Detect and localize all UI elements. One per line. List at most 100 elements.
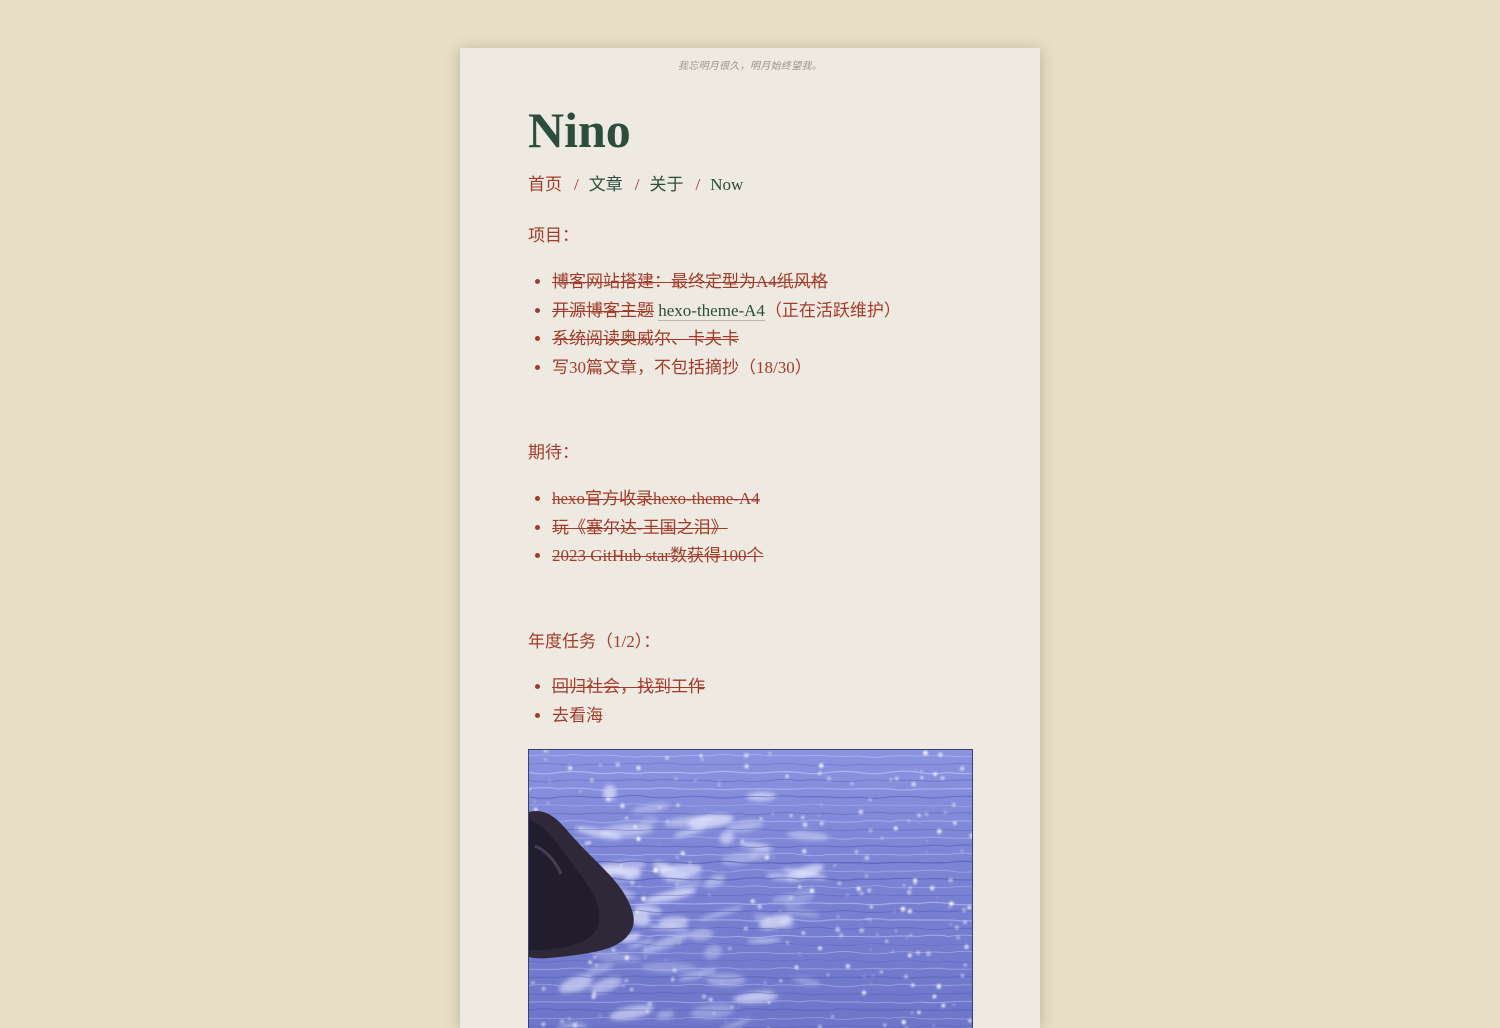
light-sparkle xyxy=(953,1004,955,1006)
light-sparkle xyxy=(660,924,661,925)
light-sparkle xyxy=(665,756,669,760)
light-sparkle xyxy=(625,956,629,960)
light-sparkle xyxy=(568,1018,570,1020)
sea-waves-illustration xyxy=(529,750,973,1028)
light-sparkle xyxy=(837,915,840,918)
light-sparkle xyxy=(930,886,935,891)
light-sparkle xyxy=(699,754,702,757)
light-sparkle xyxy=(820,821,824,825)
nav-item-now[interactable]: Now xyxy=(710,175,743,194)
nav-item-articles[interactable]: 文章 xyxy=(589,175,623,194)
light-sparkle xyxy=(863,975,865,977)
light-sparkle xyxy=(818,772,821,775)
light-sparkle xyxy=(926,840,928,842)
light-sparkle xyxy=(653,868,658,873)
sea-photo xyxy=(528,749,973,1028)
light-sparkle xyxy=(870,949,871,950)
light-sparkle xyxy=(689,862,691,864)
light-sparkle xyxy=(702,994,706,998)
light-sparkle xyxy=(895,777,898,780)
light-sparkle xyxy=(908,909,912,913)
list-item: 博客网站搭建：最终定型为A4纸风格 xyxy=(552,268,901,297)
light-sparkle xyxy=(641,896,646,901)
light-sparkle xyxy=(662,870,664,872)
light-sparkle xyxy=(846,964,850,968)
light-sparkle xyxy=(795,966,799,970)
list-item: 写30篇文章，不包括摘抄（18/30） xyxy=(552,354,901,383)
light-sparkle xyxy=(732,844,734,846)
light-sparkle xyxy=(592,992,596,996)
light-sparkle xyxy=(625,817,627,819)
light-sparkle xyxy=(964,945,968,949)
light-sparkle xyxy=(599,1015,601,1017)
light-sparkle xyxy=(961,974,964,977)
hexo-theme-link[interactable]: hexo-theme-A4 xyxy=(658,301,765,321)
light-sparkle xyxy=(818,815,820,817)
nav-item-home[interactable]: 首页 xyxy=(528,175,562,194)
light-sparkle xyxy=(944,811,947,814)
light-sparkle xyxy=(647,1002,652,1007)
light-sparkle xyxy=(678,942,680,944)
light-sparkle xyxy=(962,908,966,912)
light-sparkle xyxy=(803,822,808,827)
nav-item-about[interactable]: 关于 xyxy=(649,175,683,194)
light-sparkle xyxy=(634,892,635,893)
light-sparkle xyxy=(968,906,972,910)
light-sparkle xyxy=(907,890,912,895)
light-sparkle xyxy=(911,1012,913,1014)
site-title[interactable]: Nino xyxy=(528,100,631,160)
light-sparkle xyxy=(790,814,793,817)
light-sparkle xyxy=(721,983,722,984)
light-sparkle xyxy=(738,1007,739,1008)
light-sparkle xyxy=(534,808,538,812)
light-sparkle xyxy=(972,823,973,824)
light-sparkle xyxy=(835,927,840,932)
light-sparkle xyxy=(937,984,941,988)
light-sparkle xyxy=(680,851,685,856)
annual-task-list: 回归社会，找到工作 去看海 xyxy=(528,673,705,730)
list-item: 玩《塞尔达-王国之泪》 xyxy=(552,514,764,543)
light-sparkle xyxy=(534,801,536,803)
light-sparkle xyxy=(890,779,892,781)
light-sparkle xyxy=(926,951,931,956)
light-sparkle xyxy=(938,753,942,757)
light-sparkle xyxy=(915,770,916,771)
light-sparkle xyxy=(579,790,582,793)
light-sparkle xyxy=(645,949,647,951)
light-sparkle xyxy=(862,991,866,995)
light-sparkle xyxy=(953,821,956,824)
light-sparkle xyxy=(568,766,572,770)
light-sparkle xyxy=(725,1021,727,1023)
light-sparkle xyxy=(676,804,679,807)
light-sparkle xyxy=(768,1001,771,1004)
light-sparkle xyxy=(630,988,633,991)
light-sparkle xyxy=(549,781,550,782)
light-sparkle xyxy=(779,909,781,911)
light-sparkle xyxy=(810,889,814,893)
light-sparkle xyxy=(560,1019,564,1023)
light-sparkle xyxy=(591,995,595,999)
light-sparkle xyxy=(894,911,896,913)
light-sparkle xyxy=(744,764,748,768)
light-sparkle xyxy=(923,751,928,756)
light-sparkle xyxy=(894,826,898,830)
light-sparkle xyxy=(773,856,775,858)
light-sparkle xyxy=(906,937,908,939)
list-item: 回归社会，找到工作 xyxy=(552,673,705,702)
light-sparkle xyxy=(659,806,661,808)
light-sparkle xyxy=(635,910,639,914)
light-sparkle xyxy=(902,1020,906,1024)
light-sparkle xyxy=(901,907,906,912)
light-sparkle xyxy=(869,918,871,920)
light-sparkle xyxy=(622,985,625,988)
light-sparkle xyxy=(573,1023,578,1028)
light-sparkle xyxy=(779,979,782,982)
light-sparkle xyxy=(872,975,874,977)
light-sparkle xyxy=(920,776,923,779)
list-item: 系统阅读奥威尔、卡夫卡 xyxy=(552,325,901,354)
light-sparkle xyxy=(855,850,858,853)
light-sparkle xyxy=(638,886,640,888)
light-sparkle xyxy=(772,813,774,815)
light-sparkle xyxy=(949,907,951,909)
light-sparkle xyxy=(916,951,920,955)
